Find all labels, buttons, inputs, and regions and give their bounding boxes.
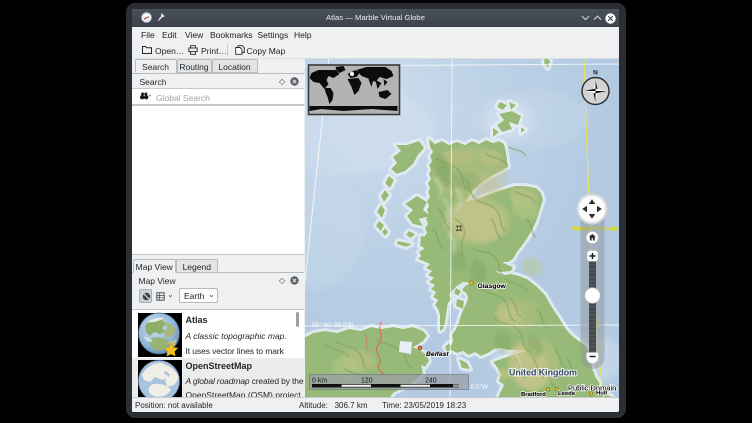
svg-text:240: 240 bbox=[425, 378, 437, 385]
svg-text:120: 120 bbox=[361, 378, 373, 385]
svg-text:0 km: 0 km bbox=[312, 378, 327, 385]
svg-text:Belfast: Belfast bbox=[426, 351, 449, 358]
svg-text:0.0"W: 0.0"W bbox=[470, 384, 488, 391]
svg-text:N: N bbox=[593, 70, 598, 77]
svg-text:United Kingdom: United Kingdom bbox=[509, 368, 577, 378]
svg-text:Glasgow: Glasgow bbox=[477, 283, 506, 290]
svg-text:Hull: Hull bbox=[596, 391, 607, 397]
svg-text:Public Domain: Public Domain bbox=[568, 384, 616, 393]
svg-text:55° 00' 00.0"N: 55° 00' 00.0"N bbox=[312, 321, 354, 329]
